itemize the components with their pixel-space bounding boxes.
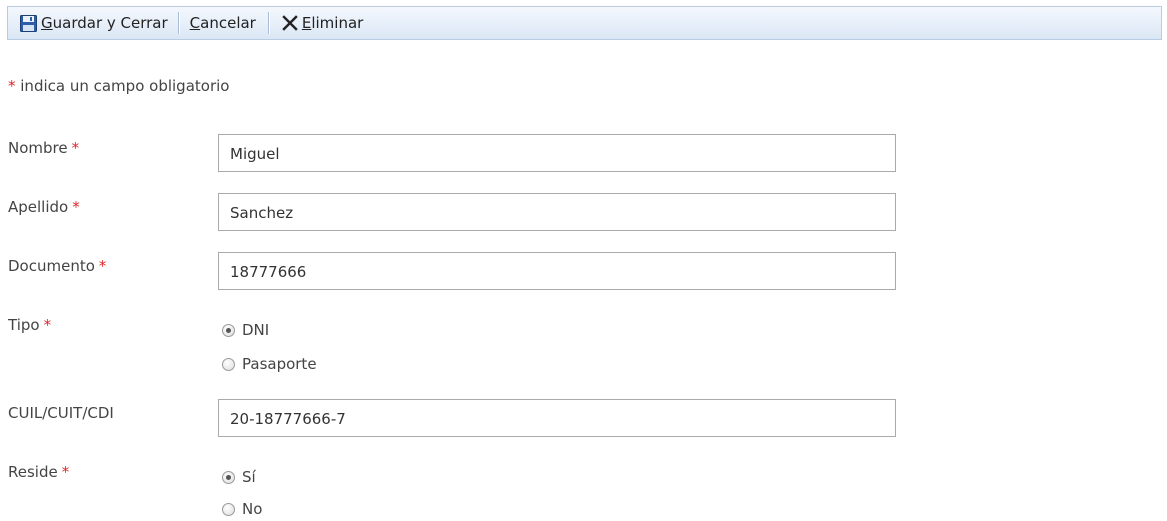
radio-unchecked-icon	[222, 357, 235, 371]
tipo-option-label: Pasaporte	[242, 355, 317, 373]
radio-unchecked-icon	[222, 502, 235, 516]
documento-label-text: Documento	[8, 257, 95, 275]
cuil-label-text: CUIL/CUIT/CDI	[8, 404, 114, 422]
cuil-field[interactable]	[218, 399, 896, 437]
cancel-button[interactable]: Cancelar	[179, 7, 268, 39]
required-fields-hint: * indica un campo obligatorio	[8, 77, 229, 95]
apellido-label: Apellido *	[8, 198, 80, 216]
required-asterisk: *	[61, 463, 70, 481]
cancel-label: ancelar	[200, 14, 256, 32]
required-asterisk: *	[72, 198, 80, 216]
apellido-field[interactable]	[218, 193, 896, 231]
reside-option-si[interactable]: Sí	[222, 468, 256, 486]
required-asterisk: *	[98, 257, 107, 275]
toolbar: Guardar y Cerrar Cancelar Eliminar	[7, 6, 1162, 40]
floppy-disk-icon	[20, 14, 37, 32]
tipo-option-label: DNI	[242, 321, 270, 339]
required-asterisk: *	[43, 316, 52, 334]
nombre-label-text: Nombre	[8, 139, 68, 157]
reside-label-text: Reside	[8, 463, 58, 481]
required-hint-text: indica un campo obligatorio	[15, 77, 230, 95]
documento-label: Documento *	[8, 257, 106, 275]
radio-checked-icon	[222, 323, 235, 337]
cuil-label: CUIL/CUIT/CDI	[8, 404, 114, 422]
radio-checked-icon	[222, 470, 235, 484]
required-asterisk: *	[8, 77, 16, 95]
delete-button[interactable]: Eliminar	[269, 7, 373, 39]
tipo-label: Tipo *	[8, 316, 51, 334]
apellido-label-text: Apellido	[8, 198, 69, 216]
nombre-field[interactable]	[218, 134, 896, 172]
reside-option-label: No	[242, 500, 263, 518]
reside-option-label: Sí	[242, 468, 256, 486]
save-accesskey: G	[41, 14, 53, 32]
reside-label: Reside *	[8, 463, 69, 481]
save-and-close-button[interactable]: Guardar y Cerrar	[8, 7, 178, 39]
tipo-option-pasaporte[interactable]: Pasaporte	[222, 355, 317, 373]
save-label: uardar y Cerrar	[52, 14, 168, 32]
nombre-label: Nombre *	[8, 139, 79, 157]
tipo-label-text: Tipo	[8, 316, 40, 334]
delete-accesskey: E	[301, 14, 312, 32]
cancel-accesskey: C	[189, 14, 201, 32]
delete-label: liminar	[311, 14, 364, 32]
documento-field[interactable]	[218, 252, 896, 290]
required-asterisk: *	[71, 139, 80, 157]
edit-person-form-page: Guardar y Cerrar Cancelar Eliminar * ind…	[0, 0, 1167, 521]
reside-option-no[interactable]: No	[222, 500, 262, 518]
x-icon	[282, 15, 298, 31]
tipo-option-dni[interactable]: DNI	[222, 321, 269, 339]
